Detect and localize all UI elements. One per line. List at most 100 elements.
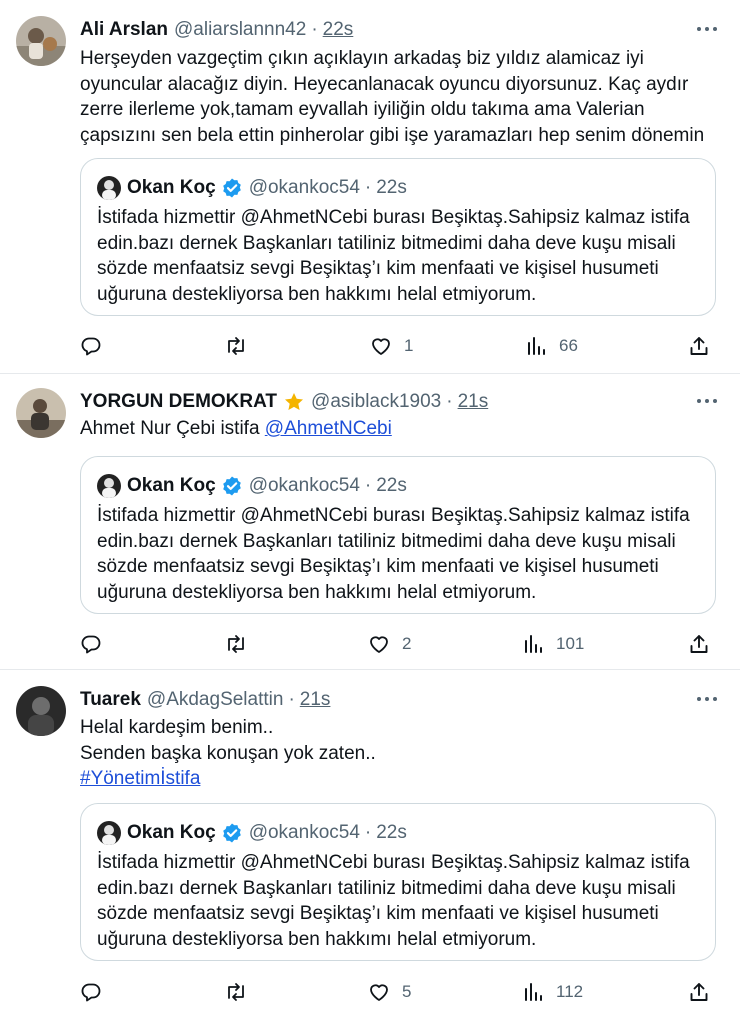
share-icon — [688, 633, 710, 655]
tweet-header: Tuarek @AkdagSelattin · 21s — [80, 688, 330, 712]
timestamp[interactable]: 22s — [323, 19, 354, 41]
repost-button[interactable] — [224, 977, 248, 1007]
display-name[interactable]: Ali Arslan — [80, 19, 168, 41]
separator-dot: · — [288, 689, 295, 710]
more-icon — [697, 399, 701, 403]
reply-button[interactable] — [80, 331, 102, 361]
like-count: 1 — [404, 336, 414, 355]
tweet[interactable]: YORGUN DEMOKRAT @asiblack1903 · 21s Ahme… — [0, 374, 740, 670]
quoted-tweet[interactable]: Okan Koç @okankoc54 · 22s İstifada hizme… — [80, 456, 716, 614]
reply-button[interactable] — [80, 629, 102, 659]
tweet-text-line: Senden başka konuşan yok zaten.. — [80, 742, 376, 764]
tweet-header: YORGUN DEMOKRAT @asiblack1903 · 21s — [80, 390, 488, 414]
quoted-display-name: Okan Koç — [127, 177, 216, 198]
reply-icon — [80, 981, 102, 1003]
username[interactable]: @asiblack1903 — [311, 391, 441, 413]
tweet-text: Herşeyden vazgeçtim çıkın açıklayın arka… — [80, 46, 710, 148]
tweet-text-line: Helal kardeşim benim.. — [80, 717, 274, 738]
share-button[interactable] — [688, 977, 710, 1007]
quoted-tweet-text: İstifada hizmettir @AhmetNCebi burası Be… — [97, 850, 703, 952]
tweet[interactable]: Ali Arslan @aliarslannn42 · 22s Herşeyde… — [0, 0, 740, 374]
quoted-text-line: edin.bazı dernek Başkanları tatiliniz bi… — [97, 232, 676, 254]
views-button[interactable]: 66 — [525, 331, 578, 361]
quoted-text-line: İstifada hizmettir @AhmetNCebi burası Be… — [97, 852, 690, 873]
quoted-tweet-text: İstifada hizmettir @AhmetNCebi burası Be… — [97, 503, 703, 605]
views-button[interactable]: 112 — [522, 977, 583, 1007]
display-name[interactable]: Tuarek — [80, 689, 141, 711]
repost-icon — [224, 633, 248, 655]
avatar[interactable] — [16, 16, 66, 66]
more-options-button[interactable] — [694, 390, 720, 412]
heart-icon — [368, 633, 390, 655]
verified-badge-icon — [221, 177, 243, 199]
like-button[interactable]: 5 — [368, 977, 411, 1007]
quoted-tweet[interactable]: Okan Koç @okankoc54 · 22s İstifada hizme… — [80, 803, 716, 961]
like-count: 5 — [402, 982, 412, 1001]
like-button[interactable]: 1 — [370, 331, 413, 361]
reply-icon — [80, 633, 102, 655]
share-icon — [688, 981, 710, 1003]
quoted-tweet-header: Okan Koç @okankoc54 · 22s — [97, 820, 407, 846]
view-count: 112 — [556, 982, 584, 1001]
quoted-text-line: uğuruna destekliyorsa ben hakkımı helal … — [97, 928, 537, 950]
analytics-icon — [525, 335, 547, 357]
tweet-actions: 5 112 — [80, 977, 716, 1007]
quoted-text-line: uğuruna destekliyorsa ben hakkımı helal … — [97, 283, 537, 305]
share-button[interactable] — [688, 629, 710, 659]
like-button[interactable]: 2 — [368, 629, 411, 659]
username[interactable]: @aliarslannn42 — [174, 19, 306, 41]
username[interactable]: @AkdagSelattin — [147, 689, 284, 711]
quoted-tweet[interactable]: Okan Koç @okankoc54 · 22s İstifada hizme… — [80, 158, 716, 316]
more-options-button[interactable] — [694, 18, 720, 40]
tweet-text-line: zerre ilerleme yok,tamam eyvallah iyiliğ… — [80, 99, 645, 120]
quoted-tweet-text: İstifada hizmettir @AhmetNCebi burası Be… — [97, 205, 703, 307]
view-count: 66 — [559, 336, 578, 355]
avatar[interactable] — [16, 686, 66, 736]
quoted-tweet-header: Okan Koç @okankoc54 · 22s — [97, 175, 407, 201]
more-icon — [697, 697, 701, 701]
tweet-text-line: çapsızını sen bela ettin pinherolar gibi… — [80, 124, 705, 146]
heart-icon — [368, 981, 390, 1003]
quoted-avatar — [97, 474, 121, 498]
quoted-timestamp: 22s — [376, 822, 407, 843]
quoted-text-line: sözde menfaatsiz sevgi Beşiktaş’ı kim me… — [97, 556, 659, 577]
tweet-text-line: Herşeyden vazgeçtim çıkın açıklayın arka… — [80, 48, 644, 69]
timestamp[interactable]: 21s — [458, 391, 489, 413]
tweet[interactable]: Tuarek @AkdagSelattin · 21s Helal kardeş… — [0, 670, 740, 1024]
tweet-actions: 1 66 — [80, 331, 716, 361]
share-button[interactable] — [688, 331, 710, 361]
quoted-username: @okankoc54 — [248, 475, 360, 496]
repost-button[interactable] — [224, 629, 248, 659]
more-options-button[interactable] — [694, 688, 720, 710]
tweet-text-plain: Ahmet Nur Çebi istifa — [80, 418, 265, 439]
quoted-text-line: edin.bazı dernek Başkanları tatiliniz bi… — [97, 530, 676, 552]
separator-dot: · — [364, 475, 372, 496]
repost-button[interactable] — [224, 331, 248, 361]
quoted-text-line: sözde menfaatsiz sevgi Beşiktaş’ı kim me… — [97, 903, 659, 924]
tweet-text-line: oyuncular alacağız diyin. Heyecanlanacak… — [80, 73, 689, 95]
repost-icon — [224, 981, 248, 1003]
quoted-text-line: edin.bazı dernek Başkanları tatiliniz bi… — [97, 877, 676, 899]
hashtag-link[interactable]: #Yönetimİstifa — [80, 768, 200, 789]
like-count: 2 — [402, 634, 412, 653]
more-icon — [697, 27, 701, 31]
view-count: 101 — [556, 634, 585, 653]
tweet-actions: 2 101 — [80, 629, 716, 659]
analytics-icon — [522, 981, 544, 1003]
display-name[interactable]: YORGUN DEMOKRAT — [80, 391, 277, 413]
quoted-text-line: uğuruna destekliyorsa ben hakkımı helal … — [97, 581, 537, 603]
quoted-username: @okankoc54 — [248, 822, 360, 843]
tweet-header: Ali Arslan @aliarslannn42 · 22s — [80, 18, 353, 42]
quoted-text-line: sözde menfaatsiz sevgi Beşiktaş’ı kim me… — [97, 258, 659, 279]
share-icon — [688, 335, 710, 357]
timestamp[interactable]: 21s — [300, 689, 331, 711]
reply-button[interactable] — [80, 977, 102, 1007]
separator-dot: · — [364, 822, 372, 843]
verified-badge-icon — [221, 822, 243, 844]
quoted-avatar — [97, 821, 121, 845]
views-button[interactable]: 101 — [522, 629, 584, 659]
mention-link[interactable]: @AhmetNCebi — [265, 418, 392, 439]
star-icon — [283, 391, 305, 413]
avatar[interactable] — [16, 388, 66, 438]
quoted-timestamp: 22s — [376, 475, 407, 496]
